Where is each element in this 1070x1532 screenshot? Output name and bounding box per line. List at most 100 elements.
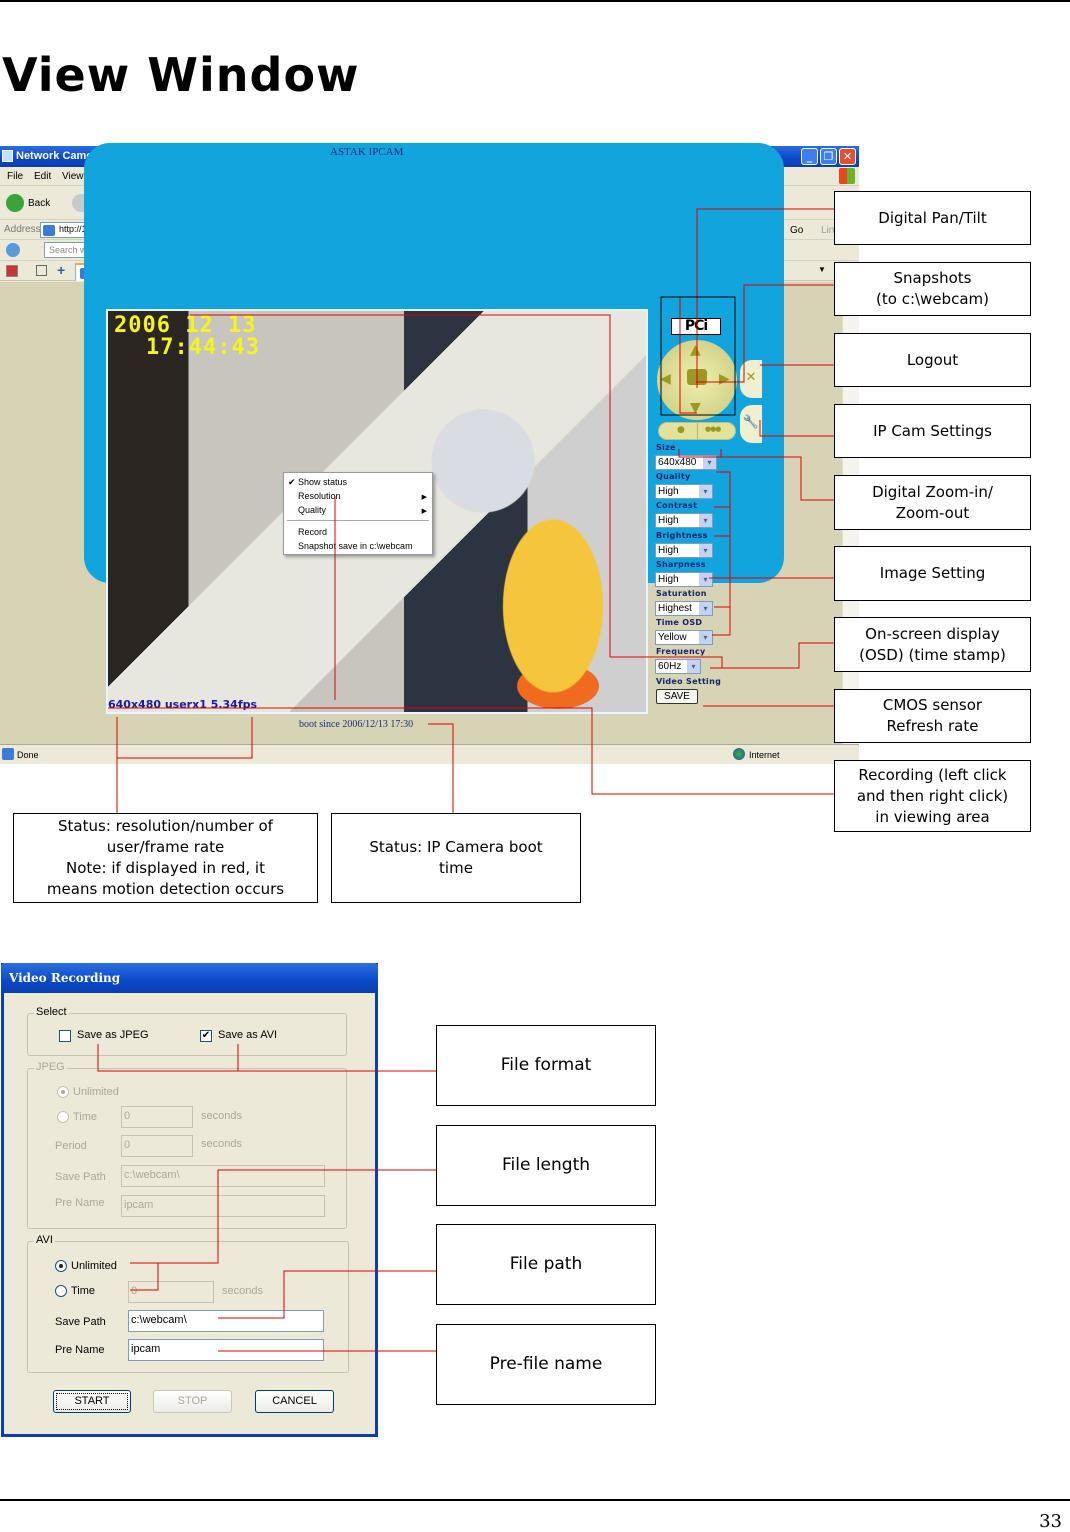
select-size[interactable]: 640x480 ▾ [655,455,717,470]
avi-group-label: AVI [34,1234,55,1246]
snapshot-camera-icon[interactable] [687,369,707,385]
menu-item-quality[interactable]: Quality [298,505,326,515]
ie-page-icon [43,225,55,236]
pan-right-icon[interactable]: ▶ [719,371,730,387]
callout-osd: On-screen display (OSD) (time stamp) [834,617,1031,672]
page-number: 33 [1039,1511,1062,1532]
menu-item-show-status[interactable]: Show status [298,477,347,487]
tilt-down-icon[interactable]: ▼ [690,400,701,416]
callout-pre-file-name: Pre-file name [436,1324,656,1405]
jpeg-time-radio[interactable] [57,1111,69,1123]
video-setting-label: Video Setting [656,677,722,686]
logout-button[interactable]: ✕ [740,360,762,398]
jpeg-time-input[interactable]: 0 [121,1106,193,1128]
new-tab-plus-icon[interactable]: + [57,262,65,278]
msn-butterfly-icon[interactable] [6,243,20,257]
avi-time-label: Time [71,1285,96,1297]
menu-item-snapshot-save[interactable]: Snapshot save in c:\webcam [298,541,413,551]
menu-file[interactable]: File [7,171,23,182]
chevron-down-icon[interactable]: ▾ [699,514,712,528]
select-quality[interactable]: High ▾ [655,484,713,500]
select-value: High [658,515,679,527]
cancel-button[interactable]: CANCEL [255,1390,334,1413]
callout-ip-cam-settings: IP Cam Settings [834,404,1031,458]
osd-date: 2006 12 13 [114,313,257,338]
chevron-down-icon[interactable]: ▾ [687,660,700,674]
callout-cmos-refresh: CMOS sensor Refresh rate [834,689,1031,743]
zoom-in-icon[interactable]: ●●● [705,425,721,433]
tab-dropdown-icon[interactable]: ▼ [818,265,826,274]
chevron-down-icon[interactable]: ▾ [699,543,712,557]
bottom-rule [0,1499,1070,1501]
dialog-title: Video Recording [1,963,378,993]
select-value: 640x480 [658,457,697,468]
avi-pre-name-input[interactable]: ipcam [128,1339,324,1361]
ie-page-icon [2,748,14,760]
jpeg-pre-name-input[interactable]: ipcam [121,1195,325,1217]
chevron-down-icon[interactable]: ▾ [703,456,716,469]
home-tab-icon[interactable] [6,265,18,277]
back-button[interactable]: Back [28,198,50,209]
chevron-down-icon[interactable]: ▾ [699,631,712,645]
top-rule [0,0,1070,2]
status-text: Done [17,750,39,760]
callout-file-path: File path [436,1224,656,1305]
osd-time: 17:44:43 [146,335,260,360]
control-label-quality: Quality [656,472,691,482]
chevron-down-icon[interactable]: ▾ [699,572,712,586]
select-saturation[interactable]: Highest ▾ [655,601,713,616]
avi-unlimited-radio[interactable] [55,1260,67,1272]
pan-left-icon[interactable]: ◀ [660,371,671,387]
select-brightness[interactable]: High ▾ [655,542,713,558]
back-icon[interactable] [6,194,24,212]
windows-logo-icon [839,168,855,184]
zone-text: Internet [749,750,780,760]
pci-logo: PCi [671,318,721,335]
select-value: High [658,573,679,585]
control-label-frequency: Frequency [656,647,706,657]
address-label: Address [4,224,41,235]
menu-item-resolution[interactable]: Resolution [298,491,341,501]
select-value: Highest [658,603,692,614]
select-group-label: Select [34,1006,69,1018]
select-time-osd[interactable]: Yellow ▾ [655,630,713,646]
menu-edit[interactable]: Edit [34,171,51,182]
close-window-button[interactable]: ✕ [839,148,856,165]
select-contrast[interactable]: High ▾ [655,513,713,529]
settings-button[interactable]: 🔧 [740,405,762,443]
chevron-down-icon[interactable]: ▾ [699,485,712,499]
zoom-divider [697,423,698,439]
boot-time-text: boot since 2006/12/13 17:30 [299,719,414,730]
menu-item-record[interactable]: Record [298,527,327,537]
start-button[interactable]: START [53,1390,131,1413]
submenu-arrow-icon: ▶ [421,494,427,501]
select-frequency[interactable]: 60Hz ▾ [655,659,701,675]
go-button[interactable]: Go [790,225,803,236]
select-value: High [658,486,679,498]
select-sharpness[interactable]: High ▾ [655,571,713,587]
minimize-button[interactable]: _ [801,148,818,165]
jpeg-period-input[interactable]: 0 [121,1135,193,1157]
save-avi-checkbox[interactable]: ✔ [200,1030,212,1042]
camera-brand: ASTAK IPCAM [330,146,404,158]
jpeg-save-path-input[interactable]: c:\webcam\ [121,1165,325,1187]
avi-time-radio[interactable] [55,1285,67,1297]
save-jpeg-checkbox[interactable] [59,1030,71,1042]
menu-view[interactable]: View [62,171,84,182]
save-button[interactable]: SAVE [656,689,698,704]
avi-save-path-input[interactable]: c:\webcam\ [128,1310,324,1332]
avi-pre-name-label: Pre Name [55,1344,105,1356]
jpeg-unlimited-radio[interactable] [57,1086,69,1098]
video-status-text: 640x480 userx1 5.34fps [108,698,258,711]
tab-list-icon[interactable] [36,265,47,276]
control-label-time-osd: Time OSD [656,618,703,628]
stop-button[interactable]: STOP [153,1390,232,1413]
maximize-button[interactable]: ❐ [820,148,837,165]
callout-status-resolution: Status: resolution/number of user/frame … [13,813,318,903]
chevron-down-icon[interactable]: ▾ [699,602,712,615]
control-label-size: Size [656,443,676,452]
zoom-out-icon[interactable]: ● [677,425,685,435]
callout-file-format: File format [436,1025,656,1106]
avi-time-input[interactable]: 0 [128,1281,214,1303]
tilt-up-icon[interactable]: ▲ [690,342,701,358]
